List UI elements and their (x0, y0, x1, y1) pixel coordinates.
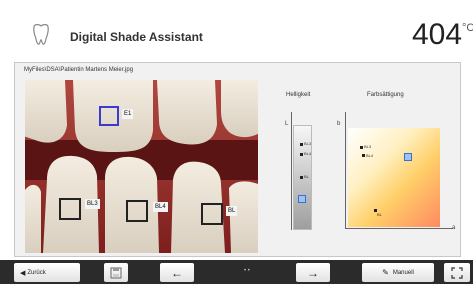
next-button[interactable]: → (296, 263, 330, 282)
temperature-unit: °C (462, 22, 473, 34)
brightness-axis-label: L (285, 121, 289, 127)
manual-button[interactable]: ✎ Manuell (362, 263, 434, 282)
saturation-x-axis-label: a (452, 225, 456, 231)
brightness-marker-e1 (298, 195, 306, 203)
sample-box-bl3[interactable] (59, 198, 81, 220)
sample-box-bl4[interactable] (126, 200, 148, 222)
saturation-marker-bl3 (360, 146, 363, 149)
brightness-axis-line (291, 112, 292, 230)
sample-label-bl: BL (226, 206, 238, 216)
previous-button[interactable]: ← (160, 263, 194, 282)
fullscreen-button[interactable] (444, 263, 470, 282)
sample-box-e1[interactable] (99, 106, 119, 126)
back-button[interactable]: ◀ Zurück (14, 263, 80, 282)
fullscreen-icon (451, 266, 463, 279)
saturation-marker-label-bl: BL (377, 212, 382, 217)
brightness-marker-label-bl: BL (304, 174, 309, 179)
sample-label-bl4: BL4 (153, 202, 168, 212)
tooth-photo[interactable]: E1 BL3 BL4 BL (25, 80, 258, 253)
brightness-marker-bl (300, 176, 303, 179)
temperature-readout: 404 (412, 18, 463, 51)
save-icon (110, 267, 122, 278)
sample-box-bl[interactable] (201, 203, 223, 225)
saturation-y-axis (345, 112, 346, 229)
page-indicator: • • (244, 268, 250, 274)
header: Digital Shade Assistant 404 °C (0, 0, 473, 56)
tooth-photo-image (25, 80, 258, 253)
brightness-marker-label-bl3: BL3 (304, 141, 312, 146)
back-label: Zurück (27, 269, 46, 276)
arrow-right-icon: → (307, 265, 319, 280)
manual-label: Manuell (392, 269, 414, 276)
saturation-title: Farbsättigung (367, 92, 404, 98)
pen-icon: ✎ (382, 268, 389, 277)
back-arrow-icon: ◀ (20, 269, 26, 277)
brightness-marker-bl4 (300, 153, 303, 156)
saturation-marker-e1 (404, 153, 412, 161)
saturation-marker-label-bl3: BL3 (364, 144, 372, 149)
sample-label-e1: E1 (122, 109, 134, 119)
file-path: MyFiles\DSA\Patientin Martens Meier.jpg (24, 67, 134, 73)
brightness-marker-bl3 (300, 143, 303, 146)
tooth-icon (33, 24, 49, 45)
sample-label-bl3: BL3 (85, 199, 100, 209)
save-button[interactable] (104, 263, 128, 282)
app-title: Digital Shade Assistant (70, 30, 203, 44)
saturation-y-axis-label: b (337, 121, 341, 127)
brightness-title: Helligkeit (286, 92, 311, 98)
brightness-marker-label-bl4: BL4 (304, 151, 312, 156)
saturation-chart (348, 128, 440, 227)
arrow-left-icon: ← (171, 265, 183, 280)
saturation-marker-bl4 (362, 154, 365, 157)
saturation-marker-label-bl4: BL4 (366, 153, 374, 158)
saturation-x-axis (345, 228, 453, 229)
